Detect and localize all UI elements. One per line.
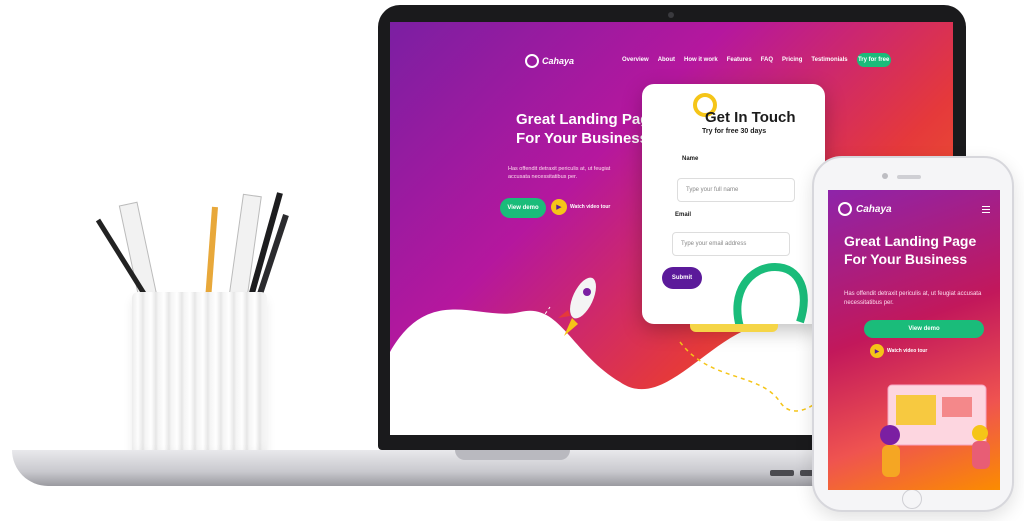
cup-body (132, 292, 267, 462)
nav-item-how-it-work[interactable]: How it work (684, 57, 718, 63)
mobile-logo-text: Cahaya (856, 203, 892, 215)
nav-item-overview[interactable]: Overview (622, 57, 649, 63)
menu-icon[interactable] (982, 206, 990, 213)
play-icon: ▶ (551, 199, 567, 215)
phone-home-button[interactable] (902, 489, 922, 509)
nav-item-faq[interactable]: FAQ (761, 57, 773, 63)
mobile-watch-video-label: Watch video tour (887, 348, 928, 354)
view-demo-button[interactable]: View demo (500, 198, 546, 218)
form-subtitle: Try for free 30 days (702, 128, 767, 135)
form-title: Get In Touch (705, 109, 796, 126)
yellow-bar (690, 324, 778, 332)
mobile-view-demo-button[interactable]: View demo (864, 320, 984, 338)
watch-video-label: Watch video tour (570, 204, 611, 210)
port-1 (770, 470, 794, 476)
submit-button[interactable]: Submit (662, 267, 702, 289)
watch-video-button[interactable]: ▶ Watch video tour (551, 199, 610, 215)
webcam-icon (668, 12, 674, 18)
mobile-watch-video-button[interactable]: ▶ Watch video tour (870, 344, 927, 358)
try-free-button[interactable]: Try for free (856, 53, 891, 67)
mobile-logo-icon (838, 202, 852, 216)
logo-text: Cahaya (542, 56, 575, 66)
green-ring-icon (733, 262, 808, 329)
laptop-notch (455, 450, 570, 460)
hero-title: Great Landing Page For Your Business (516, 110, 658, 148)
mobile-logo[interactable]: Cahaya (838, 202, 892, 216)
logo-icon (525, 54, 539, 68)
hero-title-line2: For Your Business (516, 130, 648, 147)
illustration-icon (880, 384, 990, 477)
nav-item-features[interactable]: Features (727, 57, 752, 63)
name-input[interactable]: Type your full name (677, 178, 795, 202)
mobile-hero-title: Great Landing Page For Your Business (844, 233, 977, 267)
phone-screen: Cahaya Great Landing Page For Your Busin… (828, 190, 1000, 490)
nav-item-testimonials[interactable]: Testimonials (811, 57, 847, 63)
name-label: Name (682, 156, 699, 162)
phone-speaker (897, 175, 921, 179)
mobile-hero-subtitle: Has offendit detraxit periculis at, ut f… (844, 291, 982, 306)
nav-item-about[interactable]: About (658, 57, 675, 63)
hero-title-line1: Great Landing Page (516, 111, 658, 128)
nav-item-pricing[interactable]: Pricing (782, 57, 802, 63)
mobile-play-icon: ▶ (870, 344, 884, 358)
top-nav: Overview About How it work Features FAQ … (622, 53, 891, 67)
hero-subtitle: Has offendit detraxit periculis at, ut f… (508, 166, 611, 180)
logo[interactable]: Cahaya (525, 54, 574, 68)
phone-camera (882, 173, 888, 179)
rocket-icon (558, 277, 596, 336)
email-label: Email (675, 212, 692, 218)
